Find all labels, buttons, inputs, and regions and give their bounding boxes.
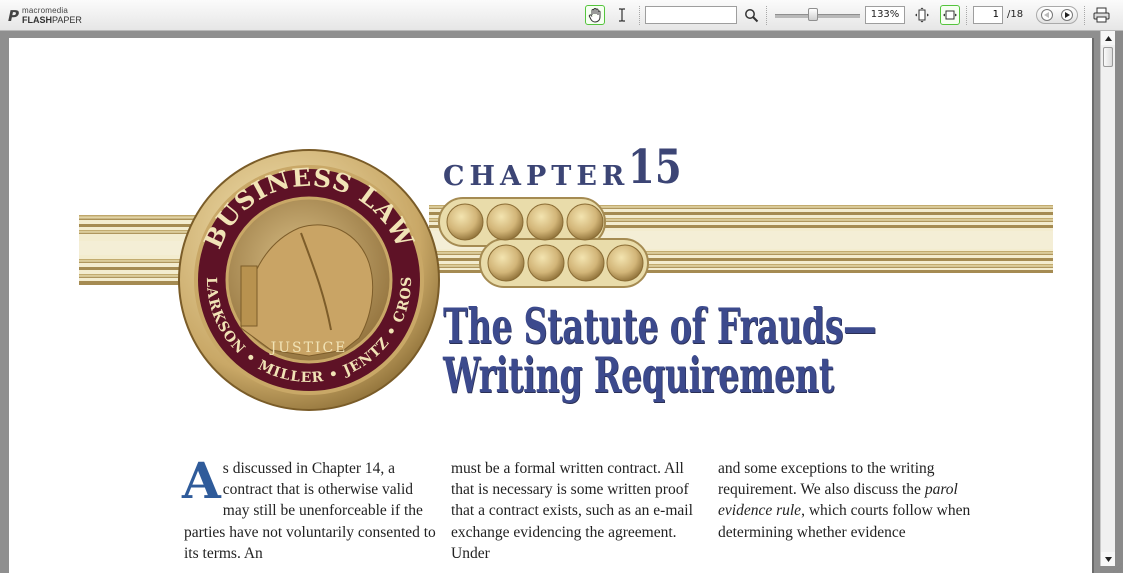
zoom-level-field[interactable]: 133% (865, 6, 905, 24)
chevron-up-icon (1104, 35, 1112, 41)
toolbar-separator (1084, 6, 1086, 25)
column-3-text-a: and some exceptions to the writing requi… (718, 460, 935, 499)
hand-icon (588, 8, 601, 23)
hand-tool-button[interactable] (585, 5, 605, 25)
scrollbar-thumb[interactable] (1103, 47, 1113, 67)
page-total: /18 (1007, 9, 1024, 20)
resize-grip-icon[interactable] (1109, 559, 1123, 573)
body-column-2: must be a formal written contract. All t… (451, 458, 707, 564)
body-column-1: As discussed in Chapter 14, a contract t… (182, 451, 440, 564)
seal-inner-text: JUSTICE (269, 340, 348, 356)
logo-product: FLASHPAPER (22, 15, 82, 25)
vertical-scrollbar[interactable] (1100, 31, 1115, 566)
toolbar-separator (966, 6, 968, 25)
flashpaper-logo: P macromedia FLASHPAPER (6, 6, 82, 25)
page-navigation (1036, 6, 1078, 24)
page-number-input[interactable]: 1 (973, 6, 1003, 24)
text-select-tool-button[interactable] (612, 5, 632, 25)
prev-page-icon (1044, 12, 1049, 18)
search-input[interactable] (645, 6, 737, 24)
chapter-number: 15 (628, 140, 682, 195)
next-page-button[interactable] (1057, 7, 1077, 23)
toolbar: P macromedia FLASHPAPER 133% 1 /18 (0, 0, 1123, 31)
zoom-slider-thumb[interactable] (808, 8, 819, 21)
flashpaper-logo-icon: P (6, 6, 21, 25)
chapter-label: CHAPTER (443, 161, 630, 192)
chapter-title-line2: Writing Requirement (443, 346, 834, 404)
prev-page-button[interactable] (1037, 7, 1057, 23)
document-viewport[interactable]: BUSINESS LAW CLARKSON • MILLER • JENTZ •… (0, 31, 1100, 573)
print-button[interactable] (1091, 5, 1111, 25)
fit-width-icon (943, 10, 957, 20)
search-button[interactable] (741, 5, 761, 25)
text-cursor-icon (619, 8, 625, 22)
body-column-3: and some exceptions to the writing requi… (718, 458, 974, 543)
print-icon (1093, 7, 1109, 23)
fit-width-button[interactable] (940, 5, 960, 25)
column-2-text: must be a formal written contract. All t… (451, 460, 693, 562)
search-icon (744, 8, 758, 22)
next-page-icon (1065, 12, 1070, 18)
toolbar-separator (766, 6, 768, 25)
document-page: BUSINESS LAW CLARKSON • MILLER • JENTZ •… (9, 38, 1092, 573)
column-1-text: s discussed in Chapter 14, a contract th… (184, 460, 436, 562)
fit-page-icon (915, 7, 929, 23)
drop-cap: A (182, 451, 221, 510)
scroll-up-button[interactable] (1101, 31, 1115, 45)
toolbar-separator (639, 6, 641, 25)
fit-page-button[interactable] (912, 5, 932, 25)
logo-brand: macromedia (22, 6, 69, 15)
